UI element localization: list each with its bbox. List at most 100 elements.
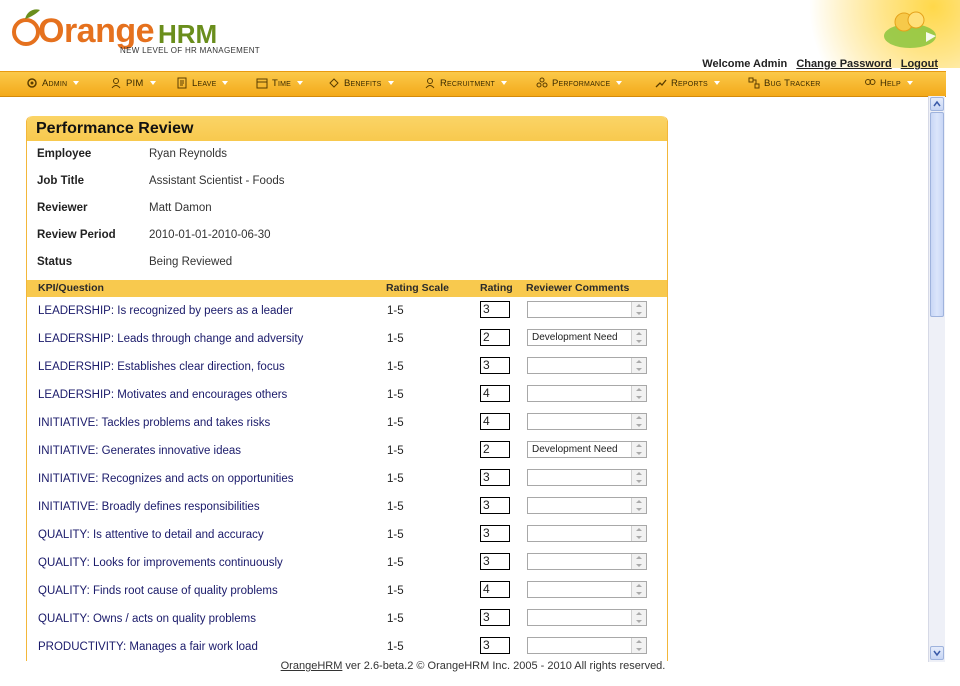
- menu-performance[interactable]: Performance: [536, 72, 623, 96]
- rating-input[interactable]: [480, 497, 510, 514]
- menu-reports-label: Reports: [671, 78, 708, 89]
- rating-input[interactable]: [480, 581, 510, 598]
- chevron-down-icon: [906, 81, 913, 86]
- content-area: Performance Review Employee Ryan Reynold…: [0, 96, 946, 661]
- menu-time[interactable]: Time: [256, 72, 304, 96]
- kpi-rating-scale: 1-5: [387, 613, 404, 625]
- rating-input[interactable]: [480, 441, 510, 458]
- kpi-rating-scale: 1-5: [387, 501, 404, 513]
- kpi-row: INITIATIVE: Tackles problems and takes r…: [27, 410, 667, 438]
- chevron-down-icon: [933, 650, 941, 657]
- logout-link[interactable]: Logout: [901, 58, 938, 70]
- field-value: Assistant Scientist - Foods: [149, 175, 285, 187]
- reviewer-comment-textarea[interactable]: [527, 581, 647, 598]
- kpi-row: QUALITY: Owns / acts on quality problems…: [27, 606, 667, 634]
- welcome-text: Welcome Admin: [702, 58, 788, 70]
- header: Orange HRM NEW LEVEL OF HR MANAGEMENT We…: [0, 0, 960, 70]
- reviewer-comment-textarea[interactable]: [527, 385, 647, 402]
- reviewer-comment-textarea[interactable]: [527, 469, 647, 486]
- kpi-question: QUALITY: Finds root cause of quality pro…: [38, 585, 278, 597]
- kpi-rating-scale: 1-5: [387, 417, 404, 429]
- kpi-row: LEADERSHIP: Leads through change and adv…: [27, 326, 667, 354]
- reviewer-comment-textarea[interactable]: [527, 609, 647, 626]
- textarea-scroll-icon[interactable]: [631, 638, 646, 653]
- rating-input[interactable]: [480, 637, 510, 654]
- menu-benefits[interactable]: Benefits: [328, 72, 394, 96]
- textarea-scroll-icon[interactable]: [631, 414, 646, 429]
- kpi-question: QUALITY: Looks for improvements continuo…: [38, 557, 283, 569]
- rating-input[interactable]: [480, 357, 510, 374]
- rating-input[interactable]: [480, 329, 510, 346]
- rating-input[interactable]: [480, 385, 510, 402]
- menu-help-label: Help: [880, 78, 901, 89]
- kpi-question: QUALITY: Is attentive to detail and accu…: [38, 529, 264, 541]
- field-value: Matt Damon: [149, 202, 212, 214]
- textarea-scroll-icon[interactable]: [631, 358, 646, 373]
- reviewer-comment-textarea[interactable]: [527, 553, 647, 570]
- reviewer-comment-textarea[interactable]: [527, 497, 647, 514]
- reviewer-comment-text: Development Need: [532, 444, 618, 455]
- chevron-down-icon: [713, 81, 720, 86]
- kpi-row: QUALITY: Is attentive to detail and accu…: [27, 522, 667, 550]
- textarea-scroll-icon[interactable]: [631, 610, 646, 625]
- kpi-row: LEADERSHIP: Establishes clear direction,…: [27, 354, 667, 382]
- reviewer-comment-textarea[interactable]: [527, 413, 647, 430]
- kpi-question: INITIATIVE: Generates innovative ideas: [38, 445, 242, 457]
- time-icon: [256, 78, 268, 89]
- rating-input[interactable]: [480, 553, 510, 570]
- textarea-scroll-icon[interactable]: [631, 330, 646, 345]
- menu-pim[interactable]: PIM: [110, 72, 156, 96]
- kpi-question: PRODUCTIVITY: Manages a fair work load: [38, 641, 258, 653]
- chevron-down-icon: [297, 81, 304, 86]
- kpi-rating-scale: 1-5: [387, 333, 404, 345]
- reports-icon: [655, 80, 667, 88]
- kpi-rating-scale: 1-5: [387, 305, 404, 317]
- menu-recruitment[interactable]: Recruitment: [424, 72, 507, 96]
- rating-input[interactable]: [480, 525, 510, 542]
- menu-leave[interactable]: Leave: [176, 72, 229, 96]
- reviewer-comment-textarea[interactable]: [527, 525, 647, 542]
- rating-input[interactable]: [480, 469, 510, 486]
- textarea-scroll-icon[interactable]: [631, 302, 646, 317]
- footer-orangehrm-link[interactable]: OrangeHRM: [281, 660, 343, 672]
- menu-leave-label: Leave: [192, 78, 217, 89]
- admin-icon: [27, 78, 37, 89]
- chevron-down-icon: [500, 81, 507, 86]
- textarea-scroll-icon[interactable]: [631, 442, 646, 457]
- vertical-scrollbar[interactable]: [928, 96, 945, 662]
- column-header-rating: Rating: [480, 282, 513, 294]
- menu-help[interactable]: Help: [864, 72, 913, 96]
- textarea-scroll-icon[interactable]: [631, 498, 646, 513]
- menu-reports[interactable]: Reports: [655, 72, 720, 96]
- scrollbar-thumb[interactable]: [930, 112, 944, 317]
- kpi-question: LEADERSHIP: Motivates and encourages oth…: [38, 389, 288, 401]
- change-password-link[interactable]: Change Password: [796, 58, 891, 70]
- menu-admin[interactable]: Admin: [26, 72, 80, 96]
- rating-input[interactable]: [480, 609, 510, 626]
- reviewer-comment-textarea[interactable]: [527, 301, 647, 318]
- reviewer-comment-textarea[interactable]: Development Need: [527, 441, 647, 458]
- kpi-row: INITIATIVE: Generates innovative ideas 1-…: [27, 438, 667, 466]
- textarea-scroll-icon[interactable]: [631, 582, 646, 597]
- column-header-reviewer-comments: Reviewer Comments: [526, 282, 630, 294]
- menu-time-label: Time: [272, 78, 292, 89]
- scroll-down-button[interactable]: [930, 646, 944, 660]
- reviewer-comment-textarea[interactable]: [527, 357, 647, 374]
- column-header-kpi: KPI/Question: [38, 282, 104, 294]
- rating-input[interactable]: [480, 301, 510, 318]
- field-value: 2010-01-01-2010-06-30: [149, 229, 271, 241]
- reviewer-comment-textarea[interactable]: Development Need: [527, 329, 647, 346]
- reviewer-comment-textarea[interactable]: [527, 637, 647, 654]
- kpi-rating-scale: 1-5: [387, 641, 404, 653]
- textarea-scroll-icon[interactable]: [631, 554, 646, 569]
- scroll-up-button[interactable]: [930, 97, 944, 111]
- kpi-rating-scale: 1-5: [387, 557, 404, 569]
- reviewer-comment-text: Development Need: [532, 332, 618, 343]
- rating-input[interactable]: [480, 413, 510, 430]
- textarea-scroll-icon[interactable]: [631, 470, 646, 485]
- textarea-scroll-icon[interactable]: [631, 526, 646, 541]
- help-icon: [865, 79, 876, 86]
- kpi-row: LEADERSHIP: Motivates and encourages oth…: [27, 382, 667, 410]
- textarea-scroll-icon[interactable]: [631, 386, 646, 401]
- menu-bug-tracker[interactable]: Bug Tracker: [748, 72, 820, 96]
